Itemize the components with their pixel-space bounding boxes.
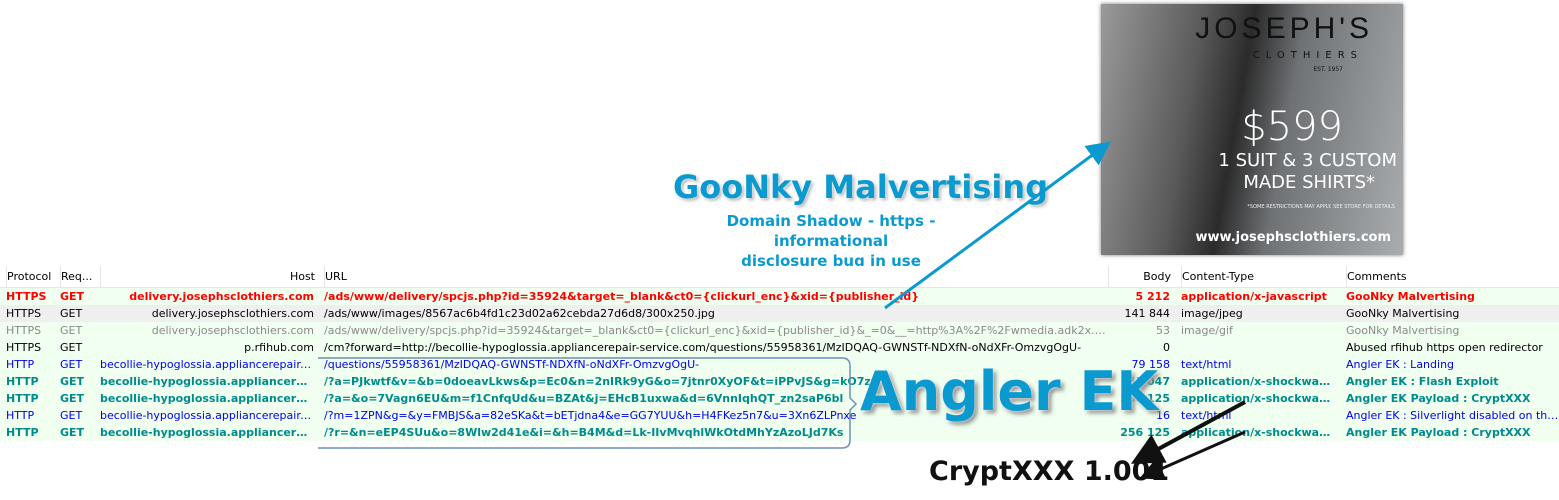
cell-host: p.rfihub.com bbox=[244, 341, 314, 354]
cell-method: GET bbox=[60, 409, 83, 422]
cell-url: /ads/www/delivery/spcjs.php?id=35924&tar… bbox=[324, 290, 920, 303]
cell-method: GET bbox=[60, 341, 83, 354]
session-row[interactable]: HTTPS GET p.rfihub.com/cm?forward=http://b… bbox=[0, 339, 1559, 356]
session-row[interactable]: HTTP GET becollie-hypoglossia.appliancerep… bbox=[0, 373, 1559, 390]
cell-method: GET bbox=[60, 307, 83, 320]
cell-method: GET bbox=[60, 392, 85, 405]
cell-host: delivery.josephsclothiers.com bbox=[151, 307, 314, 320]
ad-banner-image: JOSEPH'S CLOTHIERS EST. 1957 $599 1 SUIT… bbox=[1101, 4, 1403, 255]
col-request[interactable]: Req... bbox=[60, 266, 101, 287]
cell-protocol: HTTP bbox=[6, 426, 39, 439]
cryptxxx-label: CryptXXX 1.001 bbox=[929, 456, 1170, 487]
session-row[interactable]: HTTP GET becollie-hypoglossia.appliancerep… bbox=[0, 424, 1559, 441]
cell-url: /ads/www/delivery/spcjs.php?id=35924&tar… bbox=[324, 324, 1106, 337]
cell-protocol: HTTPS bbox=[6, 307, 42, 320]
cell-protocol: HTTP bbox=[6, 358, 35, 371]
session-row[interactable]: HTTP GET becollie-hypoglossia.appliancerep… bbox=[0, 356, 1559, 373]
cell-protocol: HTTP bbox=[6, 409, 35, 422]
cell-protocol: HTTP bbox=[6, 392, 39, 405]
cell-method: GET bbox=[60, 358, 83, 371]
cell-protocol: HTTP bbox=[6, 375, 39, 388]
cell-host: delivery.josephsclothiers.com bbox=[129, 290, 314, 303]
cell-comment: GooNky Malvertising bbox=[1346, 290, 1475, 303]
cell-protocol: HTTPS bbox=[6, 290, 47, 303]
ad-price: $599 bbox=[1241, 104, 1343, 150]
cell-body: 141 844 bbox=[1124, 307, 1171, 320]
goonky-title: GooNky Malvertising bbox=[673, 168, 1049, 206]
ad-line1: 1 SUIT & 3 CUSTOM bbox=[1218, 150, 1397, 171]
cell-comment: GooNky Malvertising bbox=[1346, 307, 1460, 320]
col-content-type[interactable]: Content-Type bbox=[1181, 266, 1337, 287]
cell-content-type: application/x-shockwave... bbox=[1181, 392, 1336, 405]
cell-method: GET bbox=[60, 324, 83, 337]
session-row[interactable]: HTTP GET becollie-hypoglossia.appliancerep… bbox=[0, 390, 1559, 407]
cell-host: becollie-hypoglossia.appliancerepair-ser… bbox=[100, 358, 314, 371]
ad-est: EST. 1957 bbox=[1313, 66, 1343, 73]
cell-host: becollie-hypoglossia.appliancerepair-ser… bbox=[100, 409, 314, 422]
session-row[interactable]: HTTPS GET delivery.josephsclothiers.com/ad… bbox=[0, 322, 1559, 339]
cell-body: 0 bbox=[1163, 341, 1170, 354]
col-protocol[interactable]: Protocol bbox=[6, 266, 55, 287]
cell-comment: GooNky Malvertising bbox=[1346, 324, 1460, 337]
session-row[interactable]: HTTPS GET delivery.josephsclothiers.com/ad… bbox=[0, 288, 1559, 305]
cell-comment: Abused rfihub https open redirector bbox=[1346, 341, 1543, 354]
cell-protocol: HTTPS bbox=[6, 324, 42, 337]
goonky-subtitle: Domain Shadow - https - informational di… bbox=[672, 211, 990, 271]
cell-comment: Angler EK : Landing bbox=[1346, 358, 1455, 371]
cell-host: becollie-hypoglossia.appliancerep... bbox=[100, 375, 314, 388]
cell-comment: Angler EK : Flash Exploit bbox=[1346, 375, 1499, 388]
cell-content-type: application/x-shockwave... bbox=[1181, 426, 1336, 439]
cell-content-type: application/x-shockwave... bbox=[1181, 375, 1336, 388]
cell-content-type: image/jpeg bbox=[1181, 307, 1243, 320]
session-row[interactable]: HTTPS GET delivery.josephsclothiers.com/ad… bbox=[0, 305, 1559, 322]
grid-header: Protocol Req... Host URL Body Content-Ty… bbox=[0, 266, 1559, 288]
cell-host: delivery.josephsclothiers.com bbox=[151, 324, 314, 337]
col-host[interactable]: Host bbox=[100, 266, 315, 287]
col-body[interactable]: Body bbox=[1108, 266, 1171, 287]
cell-body: 256 125 bbox=[1120, 426, 1170, 439]
cell-host: becollie-hypoglossia.appliancerep... bbox=[100, 426, 314, 439]
col-comments[interactable]: Comments bbox=[1346, 266, 1559, 287]
cell-method: GET bbox=[60, 426, 85, 439]
angler-ek-label: Angler EK bbox=[860, 360, 1159, 423]
cell-body: 5 212 bbox=[1135, 290, 1170, 303]
ad-line2: MADE SHIRTS* bbox=[1243, 172, 1375, 193]
ad-url: www.josephsclothiers.com bbox=[1195, 230, 1391, 245]
cell-content-type: application/x-javascript bbox=[1181, 290, 1327, 303]
ad-logo-sub: CLOTHIERS bbox=[1252, 50, 1363, 61]
cell-host: becollie-hypoglossia.appliancerep... bbox=[100, 392, 314, 405]
cell-comment: Angler EK Payload : CryptXXX bbox=[1346, 392, 1531, 405]
ad-logo: JOSEPH'S bbox=[1195, 12, 1373, 45]
ad-fine-print: *SOME RESTRICTIONS MAY APPLY. SEE STORE … bbox=[1247, 204, 1395, 210]
cell-method: GET bbox=[60, 290, 85, 303]
col-url[interactable]: URL bbox=[324, 266, 1107, 287]
cell-comment: Angler EK Payload : CryptXXX bbox=[1346, 426, 1531, 439]
cell-protocol: HTTPS bbox=[6, 341, 42, 354]
cell-content-type: image/gif bbox=[1181, 324, 1233, 337]
cell-comment: Angler EK : Silverlight disabled on that… bbox=[1346, 409, 1559, 422]
cell-body: 53 bbox=[1156, 324, 1170, 337]
session-row[interactable]: HTTP GET becollie-hypoglossia.appliancerep… bbox=[0, 407, 1559, 424]
cell-url: /cm?forward=http://becollie-hypoglossia.… bbox=[324, 341, 1082, 354]
cell-method: GET bbox=[60, 375, 85, 388]
cell-url: /?r=&n=eEP4SUu&o=8Wlw2d41e&i=&h=B4M&d=Lk… bbox=[324, 426, 844, 439]
cell-url: /ads/www/images/8567ac6b4fd1c23d02a62ceb… bbox=[324, 307, 715, 320]
cell-content-type: text/html bbox=[1181, 409, 1232, 422]
goonky-sub1: Domain Shadow - https - informational bbox=[726, 212, 936, 250]
cell-content-type: text/html bbox=[1181, 358, 1232, 371]
